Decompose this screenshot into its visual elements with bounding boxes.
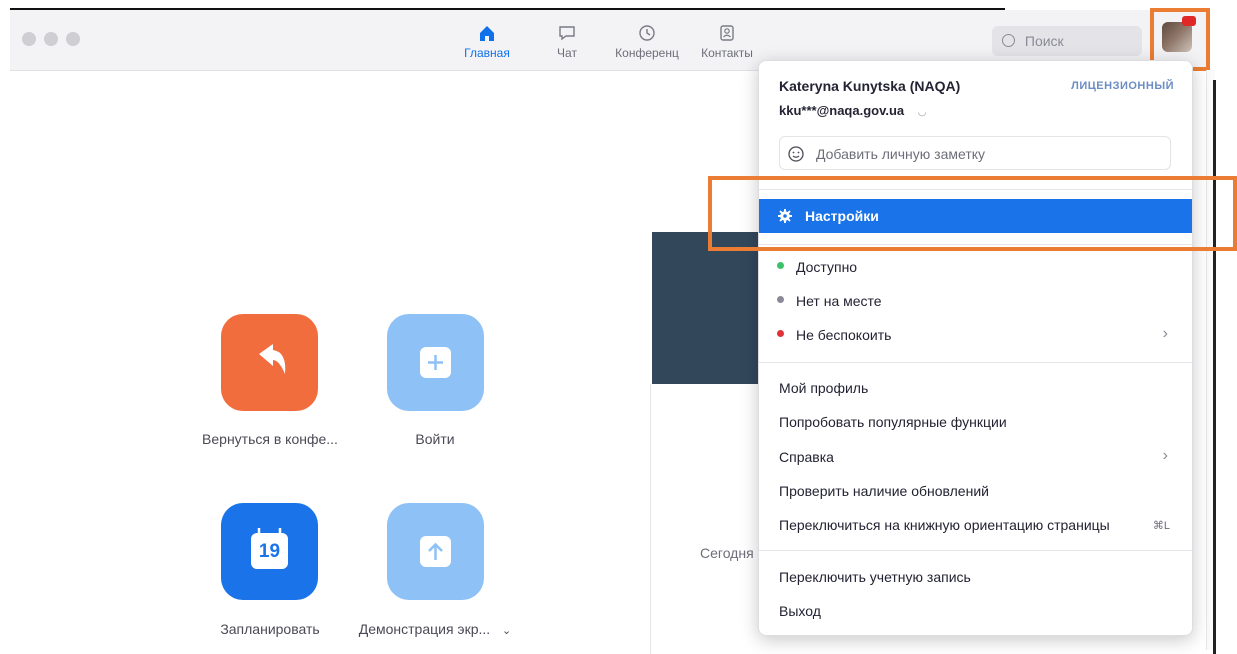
return-to-meeting-label: Вернуться в конфе... [202, 431, 338, 447]
search-icon [1002, 34, 1015, 47]
minimize-window-button[interactable] [44, 32, 58, 46]
settings-highlight-box [708, 176, 1237, 251]
user-email-text: kku***@naqa.gov.ua [779, 103, 905, 118]
hide-eye-icon[interactable]: ◡ [918, 107, 927, 118]
tab-chat-label: Чат [557, 46, 577, 60]
chevron-right-icon: › [1162, 325, 1168, 342]
calendar-day: 19 [258, 541, 281, 562]
user-email: kku***@naqa.gov.ua ◡ [779, 103, 927, 118]
user-name: Kateryna Kunytska (NAQA) [779, 78, 961, 94]
menu-item-switch-account[interactable]: Переключить учетную запись [779, 569, 971, 585]
status-available[interactable]: Доступно [759, 257, 1192, 281]
status-dot-green-icon [777, 262, 784, 269]
tab-contacts-label: Контакты [701, 46, 753, 60]
status-dnd-label: Не беспокоить [796, 327, 892, 343]
share-screen-label: Демонстрация экр... ⌄ [350, 621, 520, 637]
chevron-down-icon[interactable]: ⌄ [502, 625, 511, 637]
share-screen-button[interactable] [387, 503, 484, 600]
tab-chat[interactable]: Чат [527, 24, 607, 60]
menu-item-portrait[interactable]: Переключиться на книжную ориентацию стра… [759, 514, 1192, 540]
search-input[interactable]: Поиск [992, 26, 1142, 56]
status-dot-red-icon [777, 330, 784, 337]
menu-item-try-features[interactable]: Попробовать популярные функции [779, 414, 1007, 430]
contacts-icon [720, 25, 734, 41]
tab-home-label: Главная [464, 46, 510, 60]
panel-divider [650, 384, 651, 654]
tab-contacts[interactable]: Контакты [687, 24, 767, 60]
portrait-shortcut: ⌘L [1152, 520, 1170, 532]
avatar[interactable] [1162, 22, 1192, 52]
menu-item-check-updates[interactable]: Проверить наличие обновлений [779, 483, 989, 499]
chat-icon [559, 26, 575, 41]
schedule-button[interactable]: 19 [221, 503, 318, 600]
share-up-icon [420, 536, 451, 567]
menu-item-help-label: Справка [779, 449, 834, 465]
personal-note-placeholder: Добавить личную заметку [816, 146, 986, 162]
license-badge: ЛИЦЕНЗИОННЫЙ [1071, 80, 1174, 92]
today-label: Сегодня [700, 545, 754, 561]
menu-item-help[interactable]: Справка › [759, 446, 1192, 472]
smiley-icon [788, 146, 804, 162]
plus-icon [420, 347, 451, 378]
status-dnd[interactable]: Не беспокоить › [759, 325, 1192, 349]
video-badge-icon [1182, 16, 1196, 26]
search-placeholder: Поиск [1024, 33, 1064, 49]
tab-meetings-label: Конференц [615, 46, 679, 60]
close-window-button[interactable] [22, 32, 36, 46]
chevron-right-icon: › [1162, 447, 1168, 464]
menu-item-sign-out[interactable]: Выход [779, 603, 821, 619]
schedule-label: Запланировать [220, 621, 320, 637]
share-screen-label-text: Демонстрация экр... [358, 621, 491, 637]
join-button[interactable] [387, 314, 484, 411]
tab-meetings[interactable]: Конференц [607, 24, 687, 60]
profile-menu: Kateryna Kunytska (NAQA) ЛИЦЕНЗИОННЫЙ kk… [758, 60, 1193, 636]
join-label: Войти [415, 431, 455, 447]
return-to-meeting-button[interactable] [221, 314, 318, 411]
menu-item-portrait-label: Переключиться на книжную ориентацию стра… [779, 517, 1110, 533]
zoom-window-button[interactable] [66, 32, 80, 46]
status-away-label: Нет на месте [796, 293, 882, 309]
status-available-label: Доступно [796, 259, 858, 275]
return-arrow-icon [259, 344, 286, 374]
meeting-banner [652, 232, 762, 384]
status-away[interactable]: Нет на месте [759, 291, 1192, 315]
background-window-border [1213, 80, 1216, 654]
menu-separator [759, 362, 1192, 363]
menu-item-my-profile[interactable]: Мой профиль [779, 380, 868, 396]
tab-home[interactable]: Главная [447, 24, 527, 60]
clock-icon [639, 25, 655, 41]
home-icon [480, 26, 494, 41]
personal-note-field[interactable]: Добавить личную заметку [779, 136, 1171, 170]
menu-separator [759, 550, 1192, 551]
status-dot-gray-icon [777, 296, 784, 303]
